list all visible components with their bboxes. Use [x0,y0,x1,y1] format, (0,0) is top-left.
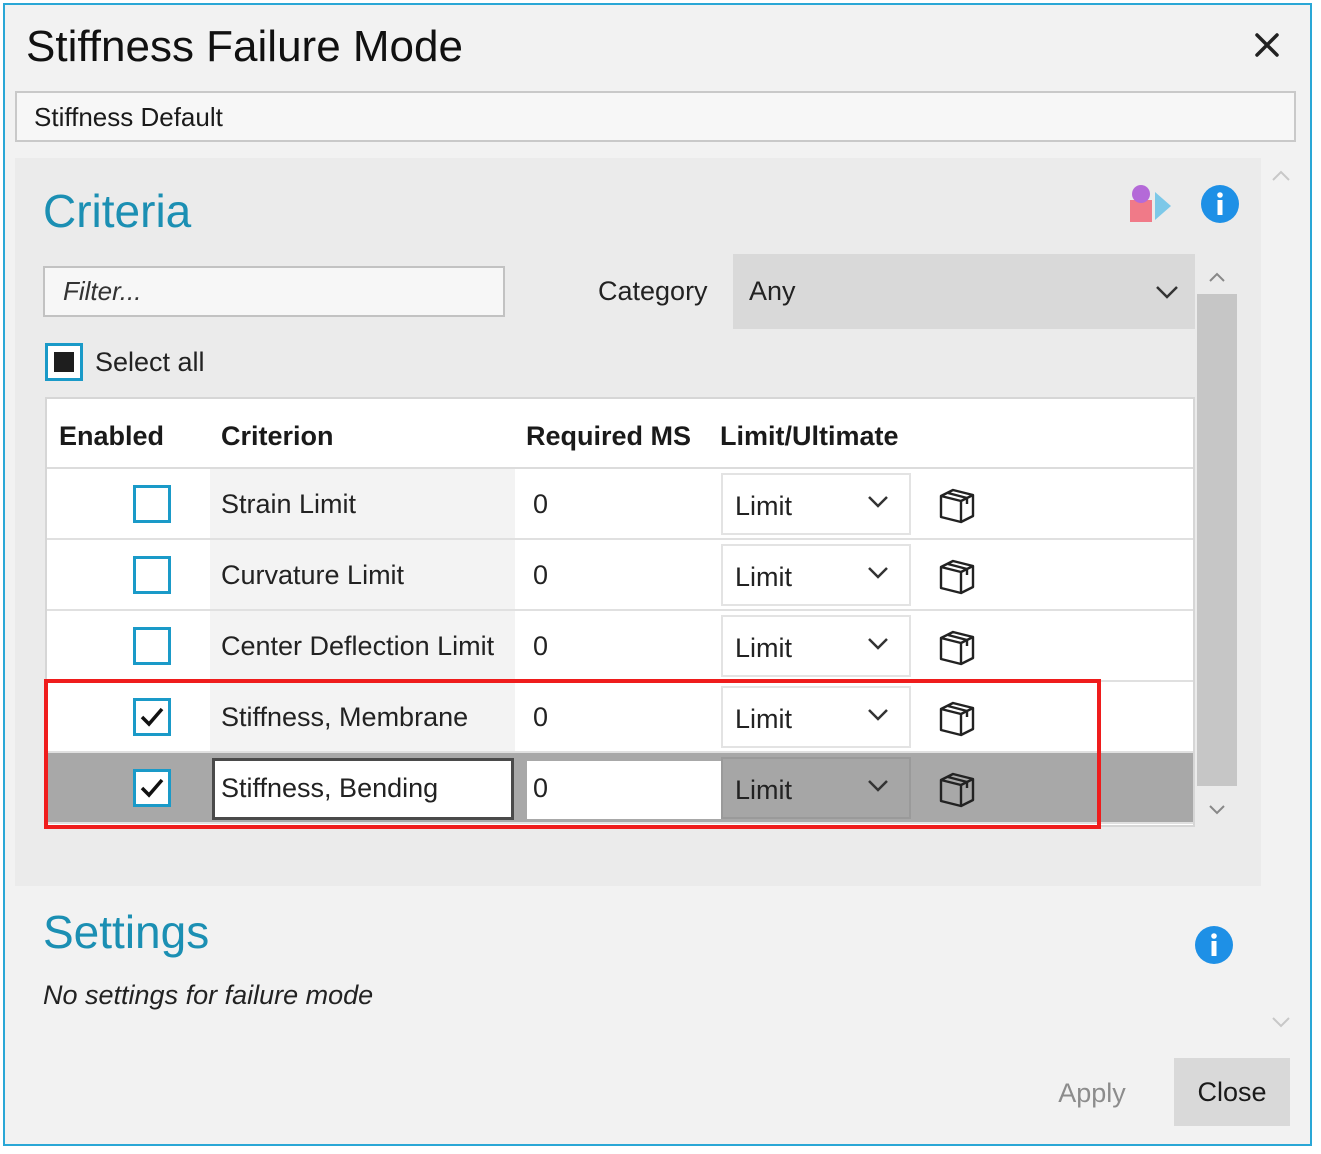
settings-empty-note: No settings for failure mode [43,980,374,1010]
checkmark-icon [140,778,164,798]
criteria-heading: Criteria [43,185,192,237]
criterion-name: Stiffness, Membrane [221,702,469,732]
box-icon[interactable] [936,626,978,668]
table-scrollbar-thumb[interactable] [1197,294,1237,786]
limit-value: Limit [735,491,793,521]
column-header-limit-ultimate[interactable]: Limit/Ultimate [720,421,899,452]
limit-dropdown[interactable]: Limit [721,473,911,535]
filter-input[interactable] [43,266,505,317]
select-all-checkbox[interactable]: Select all [45,343,205,381]
category-dropdown[interactable]: Any [733,254,1195,329]
enabled-checkbox[interactable] [133,485,171,523]
table-row[interactable]: Stiffness, Membrane 0 Limit [47,682,1193,753]
limit-value: Limit [735,775,793,805]
chevron-down-icon [868,496,888,508]
required-ms-value[interactable]: 0 [533,489,548,520]
table-scroll-up-icon[interactable] [1197,262,1237,292]
limit-dropdown[interactable]: Limit [721,686,911,748]
criterion-name: Strain Limit [221,489,357,519]
limit-dropdown[interactable]: Limit [721,615,911,677]
settings-info-icon[interactable] [1194,925,1234,965]
chevron-down-icon [868,567,888,579]
enabled-checkbox[interactable] [133,769,171,807]
required-ms-value[interactable]: 0 [533,631,548,662]
failure-mode-name-field[interactable]: Stiffness Default [15,91,1296,142]
criterion-name: Center Deflection Limit [221,631,495,661]
criteria-info-icon[interactable] [1200,184,1240,224]
criterion-name: Stiffness, Bending [221,773,439,803]
column-header-required-ms[interactable]: Required MS [526,421,691,452]
limit-value: Limit [735,633,793,663]
dialog-title: Stiffness Failure Mode [26,22,463,71]
required-ms-value[interactable]: 0 [533,773,548,804]
select-all-indeterminate-box [45,343,83,381]
box-icon[interactable] [936,555,978,597]
panel-scroll-down-icon[interactable] [1266,1010,1296,1034]
category-value: Any [749,276,796,306]
table-row[interactable]: Curvature Limit 0 Limit [47,540,1193,611]
column-header-criterion[interactable]: Criterion [221,421,334,452]
required-ms-value[interactable]: 0 [533,702,548,733]
box-icon[interactable] [936,484,978,526]
limit-value: Limit [735,562,793,592]
table-scroll-down-icon[interactable] [1197,794,1237,824]
box-icon[interactable] [936,697,978,739]
box-icon[interactable] [936,768,978,810]
close-icon[interactable] [1246,24,1288,66]
column-header-enabled[interactable]: Enabled [59,421,164,452]
settings-heading: Settings [43,906,210,958]
shapes-icon[interactable] [1125,184,1175,226]
select-all-label: Select all [95,346,205,377]
table-row-selected[interactable]: Stiffness, Bending 0 Limit [47,753,1193,824]
enabled-checkbox[interactable] [133,627,171,665]
chevron-down-icon [868,709,888,721]
close-button[interactable]: Close [1174,1058,1290,1126]
required-ms-value[interactable]: 0 [533,560,548,591]
limit-value: Limit [735,704,793,734]
category-label: Category [598,276,708,306]
limit-dropdown[interactable]: Limit [721,544,911,606]
chevron-down-icon [1156,285,1178,299]
chevron-down-icon [868,638,888,650]
required-ms-edit-cell[interactable] [527,761,723,819]
table-row[interactable]: Strain Limit 0 Limit [47,469,1193,540]
checkmark-icon [140,707,164,727]
table-header: Enabled Criterion Required MS Limit/Ulti… [47,399,1193,469]
table-row[interactable]: Center Deflection Limit 0 Limit [47,611,1193,682]
criterion-name: Curvature Limit [221,560,405,590]
enabled-checkbox[interactable] [133,698,171,736]
limit-dropdown[interactable]: Limit [721,757,911,819]
apply-button[interactable]: Apply [1038,1060,1146,1126]
chevron-down-icon [868,780,888,792]
enabled-checkbox[interactable] [133,556,171,594]
panel-scroll-up-icon[interactable] [1266,164,1296,188]
criteria-table: Enabled Criterion Required MS Limit/Ulti… [45,397,1195,827]
